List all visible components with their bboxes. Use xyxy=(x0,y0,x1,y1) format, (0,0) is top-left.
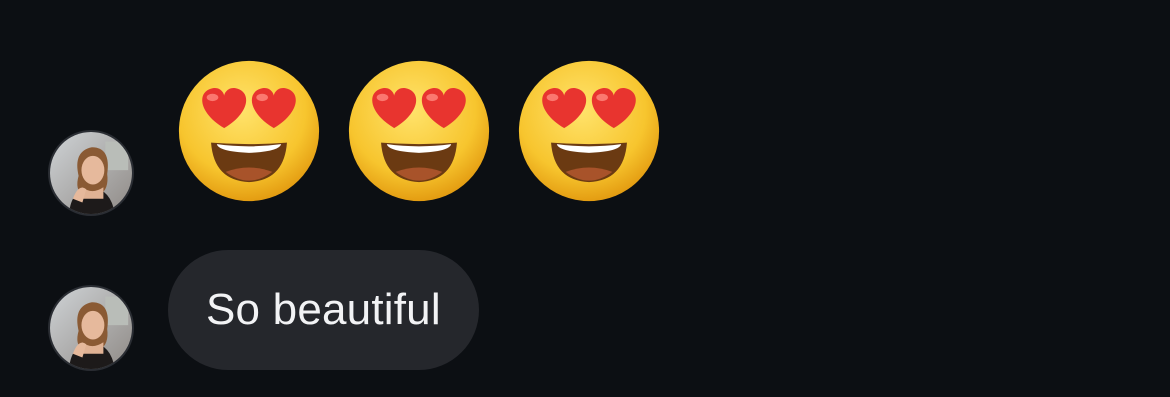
sender-avatar[interactable] xyxy=(48,130,134,216)
emoji-message[interactable] xyxy=(176,58,662,208)
heart-eyes-emoji-icon xyxy=(348,60,490,202)
chat-thread: So beautiful xyxy=(0,0,1170,397)
sender-avatar[interactable] xyxy=(48,285,134,371)
message-text: So beautiful xyxy=(206,285,441,334)
heart-eyes-emoji-icon xyxy=(178,60,320,202)
avatar-photo-icon xyxy=(50,132,132,214)
avatar-photo-icon xyxy=(50,287,132,369)
heart-eyes-emoji-icon xyxy=(518,60,660,202)
message-bubble[interactable]: So beautiful xyxy=(168,250,479,370)
